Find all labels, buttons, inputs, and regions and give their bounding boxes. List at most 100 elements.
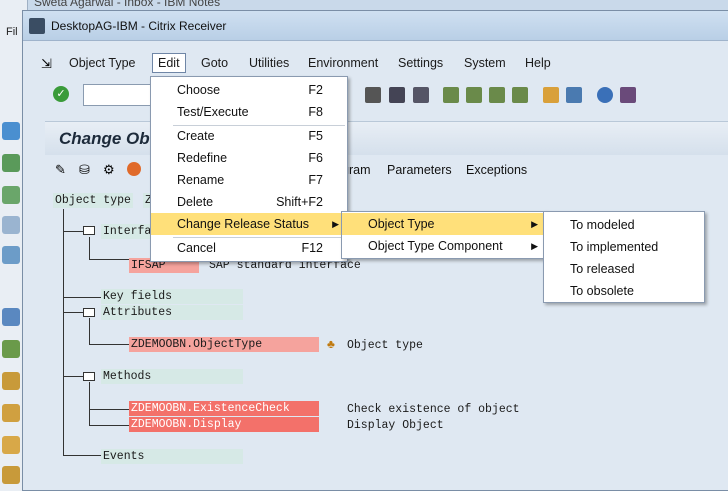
tree-method-display-desc: Display Object: [347, 419, 444, 432]
menu-system[interactable]: System: [464, 56, 506, 70]
tree-line: [89, 237, 90, 259]
tree-method-display[interactable]: ZDEMOOBN.Display: [129, 417, 319, 432]
menu-item-label: To obsolete: [570, 284, 634, 298]
menu-item-shortcut: F6: [308, 151, 323, 165]
menu-item-label: Delete: [177, 195, 214, 209]
menu-item-object-type-component[interactable]: Object Type Component ▶: [342, 235, 546, 257]
menu-settings[interactable]: Settings: [398, 56, 443, 70]
menu-item-label: Rename: [177, 173, 225, 187]
menu-item-label: Create: [177, 129, 215, 143]
shortcut-icon[interactable]: [566, 87, 582, 103]
window-title: DesktopAG-IBM - Citrix Receiver: [51, 19, 227, 33]
folder-icon[interactable]: [2, 436, 20, 454]
menu-item-test-execute[interactable]: Test/Execute F8: [151, 101, 347, 123]
menu-help[interactable]: Help: [525, 56, 551, 70]
menu-icon[interactable]: ⇲: [41, 56, 52, 72]
release-status-submenu: Object Type ▶ Object Type Component ▶: [341, 211, 547, 259]
display-change-icon[interactable]: ✎: [55, 162, 66, 178]
menu-object-type[interactable]: Object Type: [69, 56, 135, 70]
tree-line: [89, 259, 129, 260]
mail-icon[interactable]: [2, 122, 20, 140]
background-menu-item[interactable]: Fil: [6, 26, 18, 38]
layout-icon[interactable]: [620, 87, 636, 103]
menu-item-label: Cancel: [177, 241, 216, 255]
menu-item-shortcut: Shift+F2: [276, 195, 323, 209]
menu-item-to-modeled[interactable]: To modeled: [544, 214, 704, 236]
menu-item-redefine[interactable]: Redefine F6: [151, 147, 347, 169]
first-page-icon[interactable]: [443, 87, 459, 103]
menu-goto[interactable]: Goto: [201, 56, 228, 70]
tree-key-fields[interactable]: Key fields: [101, 289, 243, 304]
tree-methods[interactable]: Methods: [101, 369, 243, 384]
generate-icon[interactable]: ⚙: [103, 162, 115, 178]
tree-object-type-label[interactable]: Object type: [53, 193, 133, 208]
menu-item-label: To modeled: [570, 218, 635, 232]
menu-item-change-release-status[interactable]: Change Release Status ▶: [151, 213, 347, 235]
contacts-icon[interactable]: [2, 216, 20, 234]
todo-icon[interactable]: [2, 186, 20, 204]
menu-item-cancel[interactable]: Cancel F12: [151, 237, 347, 259]
last-page-icon[interactable]: [512, 87, 528, 103]
toolbar-exceptions[interactable]: Exceptions: [466, 163, 527, 177]
previous-page-icon[interactable]: [466, 87, 482, 103]
folder-icon[interactable]: [2, 372, 20, 390]
find-icon[interactable]: [389, 87, 405, 103]
workspace-icon[interactable]: [2, 308, 20, 326]
stop-icon[interactable]: [127, 162, 141, 176]
find-next-icon[interactable]: [413, 87, 429, 103]
help-icon[interactable]: [597, 87, 613, 103]
menu-item-to-implemented[interactable]: To implemented: [544, 236, 704, 258]
window-title-bar: DesktopAG-IBM - Citrix Receiver: [23, 11, 728, 41]
toolbar-parameters[interactable]: Parameters: [387, 163, 452, 177]
menu-item-label: To released: [570, 262, 635, 276]
tree-events[interactable]: Events: [101, 449, 243, 464]
menu-utilities[interactable]: Utilities: [249, 56, 289, 70]
tree-line: [89, 318, 90, 344]
tree-attributes[interactable]: Attributes: [101, 305, 243, 320]
tree-line: [89, 425, 129, 426]
folder-icon: [83, 308, 95, 317]
folder-icon[interactable]: [2, 466, 20, 484]
new-session-icon[interactable]: [543, 87, 559, 103]
replicate-icon[interactable]: [2, 246, 20, 264]
tree-method-existence-check[interactable]: ZDEMOOBN.ExistenceCheck: [129, 401, 319, 416]
check-icon[interactable]: ⛁: [79, 162, 90, 178]
tree-line: [63, 231, 83, 232]
menu-edit[interactable]: Edit: [152, 53, 186, 73]
menu-environment[interactable]: Environment: [308, 56, 378, 70]
menu-item-label: Choose: [177, 83, 221, 97]
enter-icon[interactable]: ✓: [53, 86, 69, 102]
tree-line: [63, 455, 101, 456]
tree-attribute-item[interactable]: ZDEMOOBN.ObjectType: [129, 337, 319, 352]
hierarchy-icon: ♣: [327, 337, 335, 351]
menu-item-label: Test/Execute: [177, 105, 249, 119]
application-toolbar: ✎ ⛁ ⚙ gram Parameters Exceptions: [45, 157, 728, 185]
next-page-icon[interactable]: [489, 87, 505, 103]
app-icon[interactable]: [2, 340, 20, 358]
menu-item-delete[interactable]: Delete Shift+F2: [151, 191, 347, 213]
calendar-icon[interactable]: [2, 154, 20, 172]
menu-item-shortcut: F7: [308, 173, 323, 187]
tree-attribute-desc: Object type: [347, 339, 423, 352]
tree-line: [89, 344, 129, 345]
print-icon[interactable]: [365, 87, 381, 103]
folder-icon[interactable]: [2, 404, 20, 422]
menu-item-object-type[interactable]: Object Type ▶: [342, 213, 546, 235]
menu-item-label: Change Release Status: [177, 217, 310, 231]
folder-icon: [83, 226, 95, 235]
menu-item-shortcut: F5: [308, 129, 323, 143]
menu-item-to-obsolete[interactable]: To obsolete: [544, 280, 704, 302]
menu-item-to-released[interactable]: To released: [544, 258, 704, 280]
menu-item-choose[interactable]: Choose F2: [151, 79, 347, 101]
menu-item-rename[interactable]: Rename F7: [151, 169, 347, 191]
tree-method-existence-desc: Check existence of object: [347, 403, 520, 416]
menu-item-create[interactable]: Create F5: [151, 125, 347, 147]
edit-menu: Choose F2 Test/Execute F8 Create F5 Redefin…: [150, 76, 348, 262]
citrix-window: DesktopAG-IBM - Citrix Receiver ⇲ Object…: [22, 10, 728, 491]
command-field[interactable]: [83, 84, 155, 106]
menu-item-shortcut: F2: [308, 83, 323, 97]
submenu-arrow-icon: ▶: [531, 219, 538, 229]
standard-toolbar: ✓: [23, 81, 728, 109]
menu-item-label: Object Type: [368, 217, 435, 231]
object-type-status-submenu: To modeled To implemented To released To…: [543, 211, 705, 303]
